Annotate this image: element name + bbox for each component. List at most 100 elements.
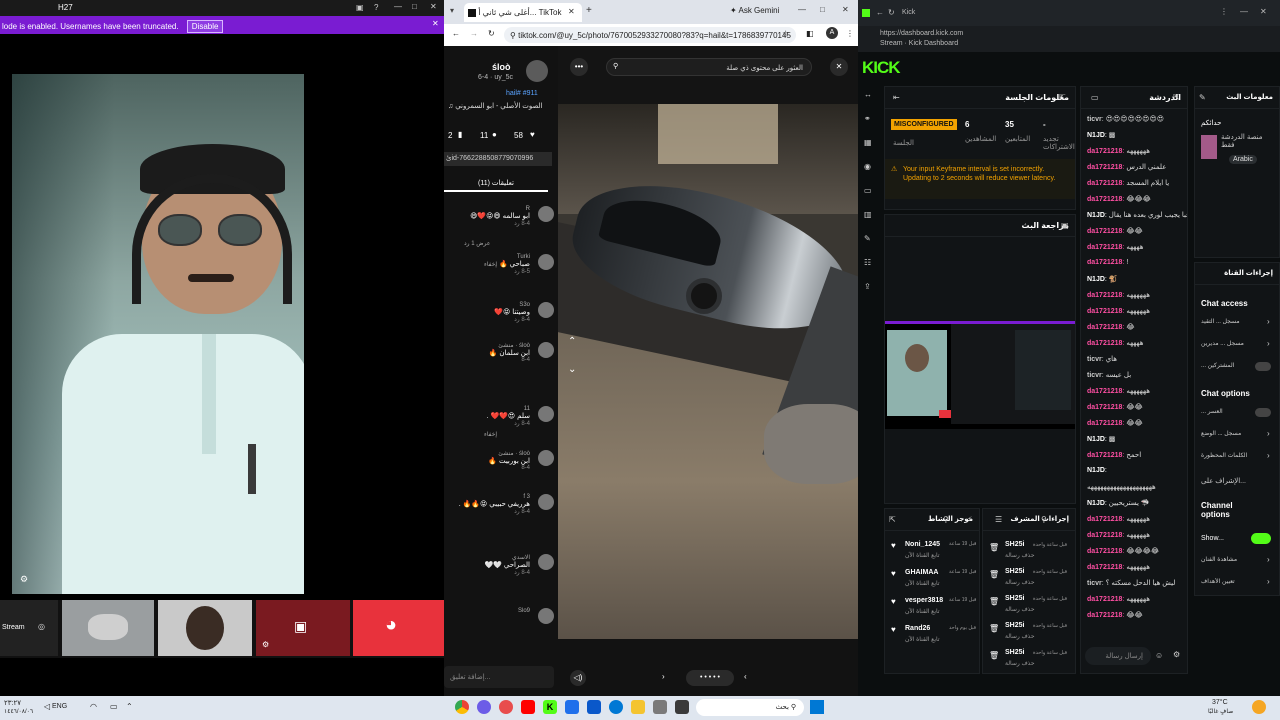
scene-portrait[interactable]: [158, 600, 252, 656]
battery-icon[interactable]: ▭: [110, 702, 118, 711]
nav-upload-icon[interactable]: ⇪: [864, 282, 871, 291]
disable-button[interactable]: Disable: [186, 20, 224, 33]
comment-avatar[interactable]: [538, 494, 554, 510]
chat-input[interactable]: إرسال رسالة: [1085, 647, 1151, 665]
comment-user[interactable]: śloò · منشئ: [446, 342, 530, 349]
nav-video-icon[interactable]: ▦: [864, 138, 872, 147]
chat-username[interactable]: da1721218: [1087, 420, 1122, 427]
mod-user[interactable]: SH25i: [1005, 622, 1024, 629]
extensions-icon[interactable]: ◧: [806, 29, 814, 38]
volume-tray-icon[interactable]: ◁: [44, 702, 50, 711]
scene-car[interactable]: [62, 600, 154, 656]
prev-image-icon[interactable]: ⌃: [568, 336, 576, 347]
app-icon-6[interactable]: [675, 700, 689, 714]
explorer-icon[interactable]: [631, 700, 645, 714]
chat-username[interactable]: N1JD: [1087, 500, 1105, 507]
comment-avatar[interactable]: [538, 608, 554, 624]
hide-replies-link[interactable]: إخفاء: [484, 431, 497, 438]
setting-row[interactable]: مشاهدة الفنان ›: [1199, 553, 1277, 571]
lang-indicator[interactable]: ENG: [52, 703, 67, 710]
minimize-icon[interactable]: —: [394, 2, 402, 11]
comment-avatar[interactable]: [538, 450, 554, 466]
nav-monitor-icon[interactable]: ▭: [864, 186, 872, 195]
close-photo-icon[interactable]: ✕: [830, 58, 848, 76]
setting-row[interactable]: ... المشتركين: [1199, 359, 1277, 377]
site-info-icon[interactable]: ⚲: [510, 31, 518, 40]
chat-username[interactable]: da1721218: [1087, 148, 1122, 155]
gemini-button[interactable]: ✦ Ask Gemini: [730, 6, 779, 15]
url-field[interactable]: ⚲ tiktok.com/@uy_5c/photo/76700529332700…: [504, 27, 796, 43]
bookmark-star-icon[interactable]: ☆: [782, 29, 789, 38]
new-tab-icon[interactable]: +: [586, 5, 592, 16]
feed-name[interactable]: Rand26: [905, 625, 930, 632]
nav-tools-icon[interactable]: ✎: [864, 234, 871, 243]
chat-username[interactable]: da1721218: [1087, 516, 1122, 523]
more-options-icon[interactable]: •••: [570, 58, 588, 76]
weather-icon[interactable]: [1252, 700, 1266, 714]
comment-input[interactable]: إضافة تعليق...: [444, 666, 554, 688]
volume-icon[interactable]: ◁): [570, 670, 586, 686]
app-icon-2[interactable]: [499, 700, 513, 714]
preview-settings-icon[interactable]: ▣: [1061, 221, 1069, 230]
minimize-icon[interactable]: —: [1240, 7, 1248, 16]
show-toggle[interactable]: [1251, 533, 1271, 544]
minimize-icon[interactable]: —: [798, 5, 806, 14]
chat-username[interactable]: da1721218: [1087, 324, 1122, 331]
comment-user[interactable]: Slo9: [446, 608, 530, 614]
chat-username[interactable]: ticvr: [1087, 116, 1102, 123]
reload-icon[interactable]: ↻: [888, 8, 895, 17]
maximize-icon[interactable]: □: [412, 2, 417, 11]
taskbar-search[interactable]: بحث ⚲: [696, 699, 804, 716]
chat-username[interactable]: N1JD: [1087, 212, 1105, 219]
mod-user[interactable]: SH25i: [1005, 595, 1024, 602]
mod-filter-icon[interactable]: ⚲: [1041, 515, 1047, 524]
chat-username[interactable]: N1JD: [1087, 436, 1105, 443]
nav-community-icon[interactable]: ☷: [864, 258, 871, 267]
setting-row[interactable]: تعيين الأهداف ›: [1199, 575, 1277, 593]
nav-link-icon[interactable]: ⚭: [864, 114, 871, 123]
comment-avatar[interactable]: [538, 302, 554, 318]
collapse-icon[interactable]: ⇤: [893, 93, 900, 102]
feed-name[interactable]: Noni_1245: [905, 541, 940, 548]
emoji-icon[interactable]: ☺: [1155, 651, 1163, 660]
view-replies-link[interactable]: عرض 1 رد: [464, 240, 490, 247]
next-image-icon[interactable]: ⌄: [568, 364, 576, 375]
chat-username[interactable]: ticvr: [1087, 580, 1102, 587]
author-name[interactable]: śloò: [492, 62, 511, 72]
banner-close-icon[interactable]: ✕: [432, 19, 439, 28]
profile-avatar[interactable]: A: [826, 27, 838, 39]
nav-analytics-icon[interactable]: ▥: [864, 210, 872, 219]
comment-user[interactable]: الاسدي: [446, 554, 530, 561]
chat-username[interactable]: da1721218: [1087, 612, 1122, 619]
chat-username[interactable]: ticvr: [1087, 372, 1102, 379]
chat-username[interactable]: da1721218: [1087, 244, 1122, 251]
kick-taskbar-icon[interactable]: K: [543, 700, 557, 714]
chat-username[interactable]: da1721218: [1087, 164, 1122, 171]
heart-icon[interactable]: ♥: [530, 130, 535, 139]
chat-username[interactable]: ticvr: [1087, 356, 1102, 363]
tray-chevron-icon[interactable]: ⌃: [126, 702, 133, 711]
scene-discord[interactable]: ◕: [353, 600, 444, 656]
mod-user[interactable]: SH25i: [1005, 541, 1024, 548]
forward-icon[interactable]: →: [470, 29, 478, 38]
tab-close-icon[interactable]: ✕: [568, 7, 575, 16]
back-icon[interactable]: ←: [452, 29, 460, 38]
setting-row[interactable]: الكلمات المحظورة ›: [1199, 449, 1277, 467]
preview-video[interactable]: [885, 321, 1075, 429]
comment-avatar[interactable]: [538, 554, 554, 570]
setting-row[interactable]: ... العسر: [1199, 405, 1277, 423]
setting-row[interactable]: مسجل ... الوضع ›: [1199, 427, 1277, 445]
scene-stream[interactable]: Stream ◎: [0, 600, 58, 656]
kick-logo[interactable]: KICK: [862, 58, 901, 78]
chat-username[interactable]: da1721218: [1087, 228, 1122, 235]
start-icon[interactable]: [810, 700, 824, 714]
chat-username[interactable]: da1721218: [1087, 180, 1122, 187]
restore-icon[interactable]: ▣: [356, 3, 364, 12]
comment-avatar[interactable]: [538, 342, 554, 358]
setting-row[interactable]: مسجل ... التقيد ›: [1199, 315, 1277, 333]
chat-username[interactable]: da1721218: [1087, 548, 1122, 555]
chat-username[interactable]: da1721218: [1087, 452, 1122, 459]
comment-icon[interactable]: ●: [492, 130, 497, 139]
hashtags[interactable]: hail# #911: [506, 90, 538, 97]
youtube-icon[interactable]: [521, 700, 535, 714]
